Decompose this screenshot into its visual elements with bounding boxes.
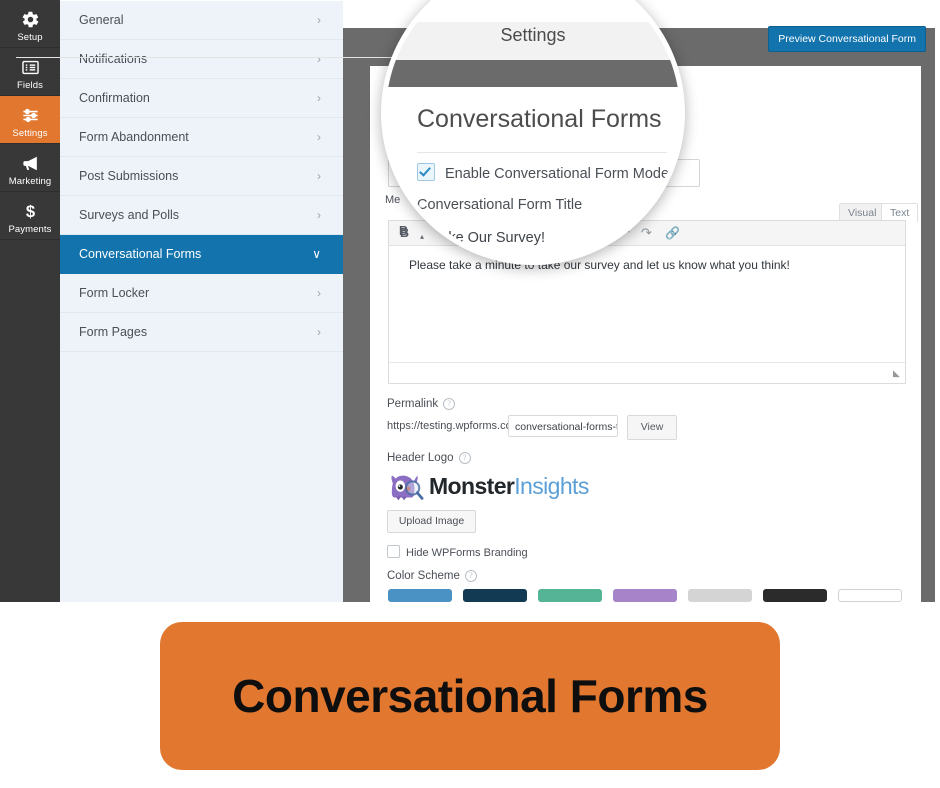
- nav-label: Conversational Forms: [79, 247, 202, 261]
- sidebar-item-general[interactable]: General ›: [60, 1, 343, 40]
- resize-grip-icon[interactable]: ◢: [893, 368, 900, 379]
- permalink-slug-input[interactable]: conversational-forms-t: [508, 415, 618, 437]
- chevron-right-icon: ›: [317, 208, 321, 222]
- magnified-survey-title-value: Take Our Survey!: [433, 230, 546, 246]
- sidebar-item-form-pages[interactable]: Form Pages ›: [60, 313, 343, 352]
- permalink-base-url: https://testing.wpforms.com/: [387, 420, 524, 432]
- magnifier-overlay: Settings Conversational Forms Enable Con…: [381, 0, 685, 265]
- sidebar-item-surveys-and-polls[interactable]: Surveys and Polls ›: [60, 196, 343, 235]
- hide-wpforms-branding-row[interactable]: Hide WPForms Branding: [387, 545, 528, 559]
- editor-statusbar: ◢: [389, 362, 905, 383]
- panel-frame-right: [921, 28, 935, 602]
- nav-label: Form Pages: [79, 325, 148, 339]
- wordmark-insights: Insights: [514, 473, 589, 499]
- color-swatch-gray[interactable]: [688, 589, 752, 602]
- wordmark-monster: Monster: [429, 473, 515, 499]
- color-swatch-blue[interactable]: [388, 589, 452, 602]
- nav-label: General: [79, 13, 124, 27]
- sidebar-item-notifications[interactable]: Notifications ›: [60, 40, 343, 79]
- rail-label-fields: Fields: [17, 80, 43, 91]
- hide-branding-checkbox[interactable]: [387, 545, 400, 558]
- panel-frame-left: [343, 28, 370, 602]
- preview-conversational-form-button[interactable]: Preview Conversational Form: [768, 26, 926, 52]
- magnified-form-title-label: Conversational Form Title: [417, 197, 583, 213]
- enable-conversational-form-mode-row[interactable]: Enable Conversational Form Mode: [417, 163, 669, 182]
- color-swatch-purple[interactable]: [613, 589, 677, 602]
- permalink-label: Permalink?: [387, 398, 456, 410]
- banner-title: Conversational Forms: [232, 670, 708, 722]
- hide-branding-label: Hide WPForms Branding: [406, 547, 528, 559]
- chevron-right-icon: ›: [317, 286, 321, 300]
- monsterinsights-mascot-icon: [391, 475, 424, 501]
- nav-label: Form Locker: [79, 286, 150, 300]
- rail-item-marketing[interactable]: Marketing: [0, 144, 60, 192]
- wpforms-builder-screenshot: Setup Fields Settings Marketing $ Paymen…: [0, 0, 940, 602]
- megaphone-icon: [0, 152, 60, 176]
- settings-nav-list: General › Notifications › Confirmation ›…: [60, 0, 343, 602]
- dollar-icon: $: [0, 200, 60, 224]
- color-swatch-green[interactable]: [538, 589, 602, 602]
- sliders-icon: [0, 104, 60, 128]
- rail-item-payments[interactable]: $ Payments: [0, 192, 60, 240]
- chevron-right-icon: ›: [317, 169, 321, 183]
- rail-label-payments: Payments: [8, 224, 52, 235]
- nav-label: Notifications: [79, 52, 148, 66]
- color-scheme-label: Color Scheme?: [387, 570, 477, 582]
- editor-body[interactable]: Please take a minute to take our survey …: [389, 246, 905, 374]
- help-icon[interactable]: ?: [443, 398, 456, 410]
- enable-conversational-form-mode-label: Enable Conversational Form Mode: [445, 166, 670, 182]
- color-swatch-white[interactable]: [838, 589, 902, 602]
- gear-icon: [0, 8, 60, 32]
- sidebar-item-confirmation[interactable]: Confirmation ›: [60, 79, 343, 118]
- magnified-dark-bar: [386, 60, 680, 87]
- color-swatch-navy[interactable]: [463, 589, 527, 602]
- header-logo-label: Header Logo?: [387, 452, 471, 464]
- nav-label: Confirmation: [79, 91, 150, 105]
- magnified-divider: [417, 152, 667, 153]
- chevron-right-icon: ›: [317, 325, 321, 339]
- chevron-right-icon: ›: [317, 130, 321, 144]
- upload-image-button[interactable]: Upload Image: [387, 510, 476, 533]
- rail-item-fields[interactable]: Fields: [0, 48, 60, 96]
- chevron-down-icon: ∨: [312, 247, 321, 261]
- list-icon: [0, 56, 60, 80]
- rail-label-settings: Settings: [12, 128, 48, 139]
- rail-item-setup[interactable]: Setup: [0, 0, 60, 48]
- color-scheme-swatches: [388, 589, 908, 602]
- enable-conversational-form-mode-checkbox[interactable]: [417, 163, 435, 181]
- nav-label: Surveys and Polls: [79, 208, 180, 222]
- builder-icon-rail: Setup Fields Settings Marketing $ Paymen…: [0, 0, 60, 602]
- sidebar-item-form-locker[interactable]: Form Locker ›: [60, 274, 343, 313]
- chevron-right-icon: ›: [317, 91, 321, 105]
- conversational-forms-banner: Conversational Forms: [160, 622, 780, 770]
- color-swatch-black[interactable]: [763, 589, 827, 602]
- magnifier-content: Settings Conversational Forms Enable Con…: [386, 0, 680, 260]
- rail-label-marketing: Marketing: [8, 176, 52, 187]
- sidebar-item-form-abandonment[interactable]: Form Abandonment ›: [60, 118, 343, 157]
- nav-label: Form Abandonment: [79, 130, 189, 144]
- rail-item-settings[interactable]: Settings: [0, 96, 60, 144]
- magnified-settings-header: Settings: [500, 25, 566, 45]
- monsterinsights-wordmark: MonsterInsights: [429, 473, 589, 500]
- bold-icon-peek: B: [399, 224, 409, 238]
- sidebar-item-post-submissions[interactable]: Post Submissions ›: [60, 157, 343, 196]
- nav-label: Post Submissions: [79, 169, 179, 183]
- view-permalink-button[interactable]: View: [627, 415, 677, 440]
- header-logo-preview: MonsterInsights: [387, 471, 589, 505]
- rail-label-setup: Setup: [17, 32, 43, 43]
- help-icon[interactable]: ?: [464, 570, 477, 582]
- chevron-right-icon: ›: [317, 13, 321, 27]
- help-icon[interactable]: ?: [458, 452, 471, 464]
- magnified-page-title: Conversational Forms: [417, 105, 662, 133]
- sidebar-item-conversational-forms[interactable]: Conversational Forms ∨: [60, 235, 343, 274]
- chevron-right-icon: ›: [317, 52, 321, 66]
- svg-text:$: $: [25, 203, 34, 222]
